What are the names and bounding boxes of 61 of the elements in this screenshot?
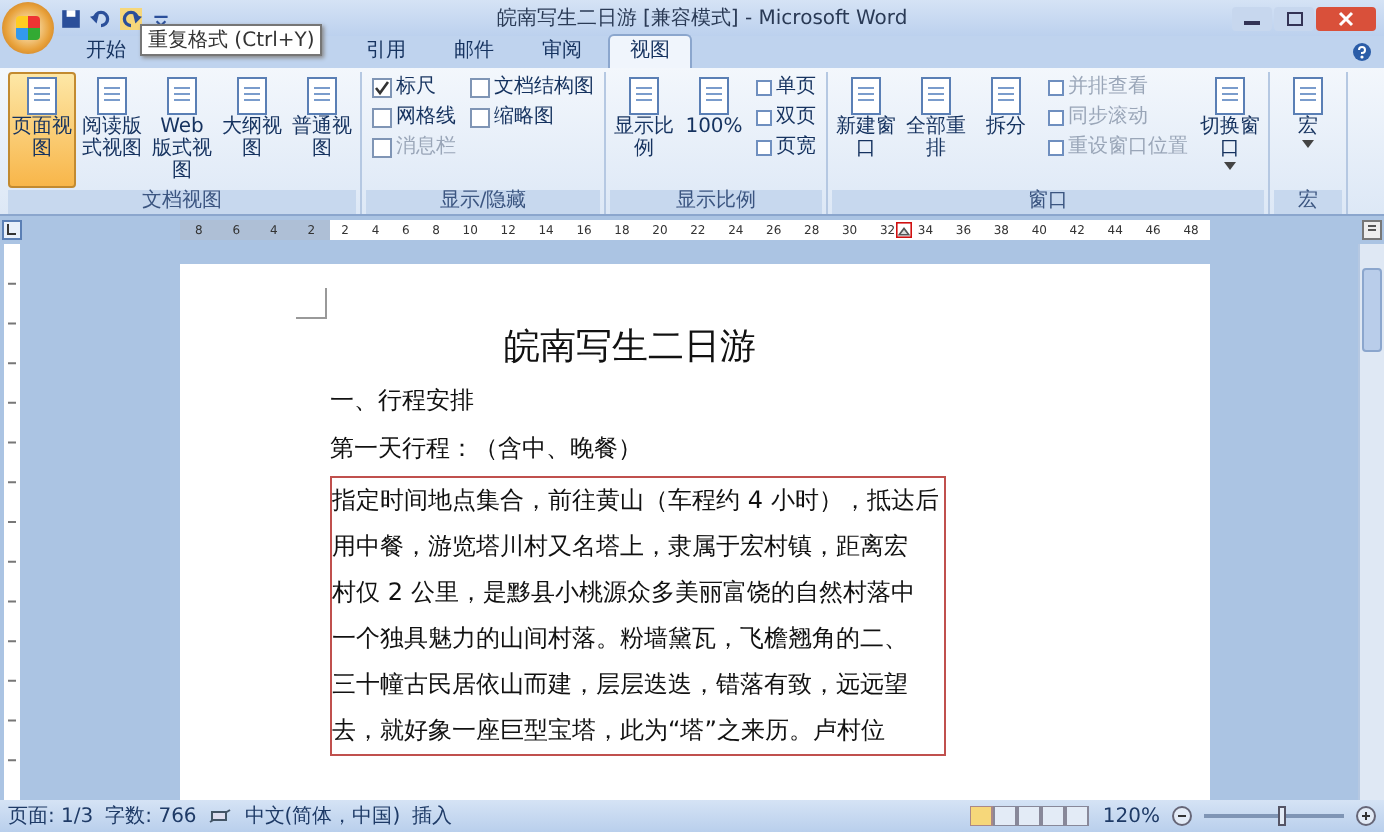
- vertical-scrollbar[interactable]: [1358, 244, 1384, 800]
- group-label: 文档视图: [8, 190, 356, 214]
- crop-mark: [296, 288, 328, 320]
- document-heading: 一、行程安排: [330, 384, 476, 418]
- group-label: 窗口: [832, 190, 1264, 214]
- ribbon-button[interactable]: 大纲视图: [218, 72, 286, 188]
- ribbon-button[interactable]: 宏: [1274, 72, 1342, 188]
- document-heading: 第一天行程：（含中、晚餐）: [330, 432, 644, 466]
- text-line: 去，就好象一座巨型宝塔，此为“塔”之来历。卢村位: [332, 714, 887, 748]
- word-count[interactable]: 字数: 766: [105, 802, 197, 830]
- tab-stop-icon[interactable]: [2, 220, 22, 240]
- ribbon-tab[interactable]: 引用: [344, 34, 428, 68]
- checkbox[interactable]: 标尺: [372, 74, 456, 100]
- minimize-icon[interactable]: [1232, 5, 1272, 31]
- language-indicator[interactable]: 中文(简体，中国): [244, 802, 401, 830]
- ribbon-button[interactable]: 切换窗口: [1196, 72, 1264, 188]
- text-line: 一个独具魅力的山间村落。粉墙黛瓦，飞檐翘角的二、: [332, 622, 910, 656]
- ribbon-tab[interactable]: 视图: [608, 34, 692, 68]
- ribbon-button[interactable]: 全部重排: [902, 72, 970, 188]
- undo-icon[interactable]: [90, 7, 112, 29]
- page-count[interactable]: 页面: 1/3: [8, 802, 94, 830]
- ribbon-button[interactable]: 阅读版式视图: [78, 72, 146, 188]
- zoom-out-icon[interactable]: [1172, 806, 1192, 826]
- ribbon-small-button[interactable]: 页宽: [756, 134, 816, 160]
- text-line: 用中餐，游览塔川村又名塔上，隶属于宏村镇，距离宏: [332, 530, 910, 564]
- redo-icon[interactable]: [120, 7, 142, 29]
- view-buttons-icon[interactable]: [970, 806, 1091, 826]
- close-icon[interactable]: [1316, 5, 1376, 31]
- text-line: 指定时间地点集合，前往黄山（车程约 4 小时），抵达后: [332, 484, 939, 518]
- help-icon[interactable]: [1352, 42, 1372, 62]
- ribbon-small-button[interactable]: 单页: [756, 74, 816, 100]
- ribbon-button[interactable]: 拆分: [972, 72, 1040, 188]
- document-title: 皖南写生二日游: [502, 324, 758, 372]
- group-label: 显示比例: [610, 190, 822, 214]
- ribbon-tab[interactable]: 邮件: [432, 34, 516, 68]
- right-indent-icon[interactable]: [896, 220, 912, 240]
- ribbon-button[interactable]: 100%: [680, 72, 748, 188]
- slider-thumb[interactable]: [1277, 806, 1285, 826]
- zoom-level[interactable]: 120%: [1102, 805, 1160, 827]
- window-title: 皖南写生二日游 [兼容模式] - Microsoft Word: [494, 5, 910, 32]
- insert-mode[interactable]: 插入: [412, 802, 453, 830]
- save-icon[interactable]: [60, 7, 82, 29]
- tooltip: 重复格式 (Ctrl+Y): [140, 24, 323, 56]
- zoom-in-icon[interactable]: [1356, 806, 1376, 826]
- ribbon-tab[interactable]: 审阅: [520, 34, 604, 68]
- group-label: 宏: [1274, 190, 1342, 214]
- ribbon-button[interactable]: 显示比例: [610, 72, 678, 188]
- checkbox[interactable]: 文档结构图: [470, 74, 594, 100]
- ribbon-button[interactable]: 新建窗口: [832, 72, 900, 188]
- checkbox[interactable]: 缩略图: [470, 104, 594, 130]
- group-label: 显示/隐藏: [366, 190, 600, 214]
- text-line: 村仅 2 公里，是黟县小桃源众多美丽富饶的自然村落中: [332, 576, 917, 610]
- text-line: 三十幢古民居依山而建，层层迭迭，错落有致，远远望: [332, 668, 910, 702]
- ribbon-button[interactable]: 普通视图: [288, 72, 356, 188]
- checkmark-icon: [374, 79, 390, 95]
- ribbon-button[interactable]: Web 版式视图: [148, 72, 216, 188]
- ribbon-small-button[interactable]: 双页: [756, 104, 816, 130]
- checkbox[interactable]: 网格线: [372, 104, 456, 130]
- ruler-toggle-icon[interactable]: [1362, 220, 1382, 240]
- ribbon-button[interactable]: 页面视图: [8, 72, 76, 188]
- restore-icon[interactable]: [1274, 5, 1314, 31]
